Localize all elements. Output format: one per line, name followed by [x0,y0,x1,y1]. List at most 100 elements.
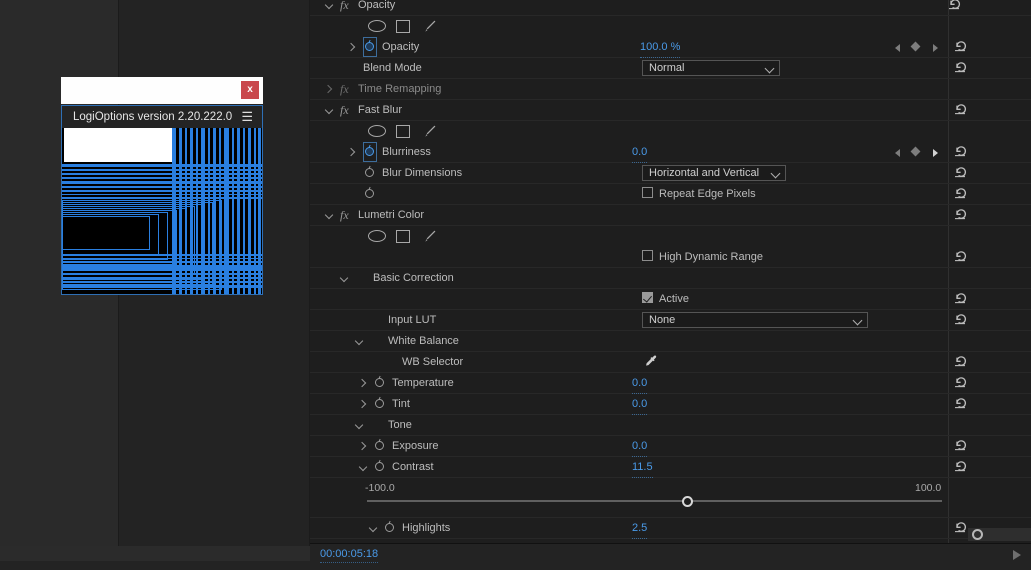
reset-icon[interactable] [953,373,969,393]
effect-header-opacity[interactable]: fx Opacity [310,0,1031,16]
reset-icon[interactable] [953,184,969,204]
chevron-down-icon[interactable] [339,268,350,288]
reset-icon[interactable] [953,518,969,538]
chevron-right-icon[interactable] [347,142,358,162]
property-row-highlights[interactable]: Highlights 2.5 [310,518,1031,539]
checkbox-icon[interactable] [642,187,653,198]
reset-icon[interactable] [953,394,969,414]
keyframe-nav-blurriness[interactable] [895,142,943,162]
stopwatch-icon-opacity[interactable] [363,37,377,57]
property-value-highlights[interactable]: 2.5 [632,518,648,539]
effect-header-fast-blur[interactable]: fx Fast Blur [310,100,1031,121]
group-header-basic-correction[interactable]: Basic Correction [310,268,1031,289]
effect-header-time-remapping[interactable]: fx Time Remapping [310,79,1031,100]
rectangle-mask-icon[interactable] [396,230,410,243]
chevron-down-icon[interactable] [368,518,379,538]
pen-mask-icon[interactable] [422,229,437,244]
group-header-white-balance[interactable]: White Balance [310,331,1031,352]
chevron-right-icon[interactable] [358,394,369,414]
reset-icon[interactable] [953,205,969,225]
play-icon[interactable] [1013,550,1021,560]
reset-icon[interactable] [953,100,969,120]
chevron-right-icon[interactable] [324,79,335,99]
property-row-exposure[interactable]: Exposure 0.0 [310,436,1031,457]
property-row-blur-dimensions[interactable]: Blur Dimensions Horizontal and Vertical [310,163,1031,184]
slider-track[interactable] [367,500,942,502]
pen-mask-icon[interactable] [422,124,437,139]
input-lut-dropdown[interactable]: None [642,312,868,328]
property-value-tint[interactable]: 0.0 [632,394,648,415]
reset-icon[interactable] [953,163,969,183]
pen-mask-icon[interactable] [422,19,437,34]
chevron-down-icon[interactable] [324,100,335,120]
chevron-down-icon[interactable] [354,331,365,351]
property-value-contrast[interactable]: 11.5 [632,457,653,478]
ellipse-mask-icon[interactable] [368,230,386,242]
chevron-right-icon[interactable] [358,436,369,456]
logioptions-window[interactable]: x LogiOptions version 2.20.222.0 ☰ [61,77,263,295]
property-value-temperature[interactable]: 0.0 [632,373,648,394]
property-row-active[interactable]: Active [310,289,1031,310]
active-checkbox[interactable]: Active [642,289,689,309]
checkbox-icon[interactable] [642,292,653,303]
chevron-right-icon[interactable] [347,37,358,57]
high-dynamic-range-checkbox[interactable]: High Dynamic Range [642,247,763,267]
chevron-down-icon[interactable] [354,415,365,435]
stopwatch-icon-contrast[interactable] [373,457,387,477]
reset-icon[interactable] [953,436,969,456]
stopwatch-icon-exposure[interactable] [373,436,387,456]
blur-dimensions-dropdown[interactable]: Horizontal and Vertical [642,165,786,181]
hamburger-icon[interactable]: ☰ [241,106,253,128]
prev-keyframe-icon[interactable] [895,149,900,157]
reset-icon[interactable] [953,352,969,372]
property-value-blurriness[interactable]: 0.0 [632,142,648,163]
prev-keyframe-icon[interactable] [895,44,900,52]
rectangle-mask-icon[interactable] [396,20,410,33]
reset-icon[interactable] [953,142,969,162]
property-row-input-lut[interactable]: Input LUT None [310,310,1031,331]
scrollbar-handle[interactable] [972,529,983,540]
repeat-edge-pixels-checkbox[interactable]: Repeat Edge Pixels [642,184,756,204]
next-keyframe-icon[interactable] [933,149,938,157]
chevron-down-icon[interactable] [324,0,335,15]
property-row-repeat-edge-pixels[interactable]: Repeat Edge Pixels [310,184,1031,205]
property-row-blend-mode[interactable]: Blend Mode Normal [310,58,1031,79]
property-row-contrast[interactable]: Contrast 11.5 [310,457,1031,478]
chevron-right-icon[interactable] [358,373,369,393]
ellipse-mask-icon[interactable] [368,20,386,32]
property-value-exposure[interactable]: 0.0 [632,436,648,457]
property-row-tint[interactable]: Tint 0.0 [310,394,1031,415]
reset-icon[interactable] [953,457,969,477]
timecode-display[interactable]: 00:00:05:18 [320,547,379,563]
checkbox-icon[interactable] [642,250,653,261]
rectangle-mask-icon[interactable] [396,125,410,138]
property-row-temperature[interactable]: Temperature 0.0 [310,373,1031,394]
property-row-high-dynamic-range[interactable]: High Dynamic Range [310,247,1031,268]
group-header-tone[interactable]: Tone [310,415,1031,436]
eyedropper-icon[interactable] [643,354,659,370]
reset-icon[interactable] [953,58,969,78]
stopwatch-icon-blurriness[interactable] [363,142,377,162]
stopwatch-icon-blur-dimensions[interactable] [363,163,377,183]
stopwatch-icon-highlights[interactable] [383,518,397,538]
stopwatch-icon-repeat-edge-pixels[interactable] [363,184,377,204]
property-row-opacity[interactable]: Opacity 100.0 % [310,37,1031,58]
property-row-blurriness[interactable]: Blurriness 0.0 [310,142,1031,163]
stopwatch-icon-temperature[interactable] [373,373,387,393]
add-keyframe-icon[interactable] [910,146,921,157]
chevron-down-icon[interactable] [358,457,369,477]
contrast-slider-row[interactable]: -100.0 100.0 [310,478,1031,518]
reset-icon[interactable] [953,247,969,267]
reset-icon[interactable] [947,0,963,15]
add-keyframe-icon[interactable] [910,41,921,52]
effect-header-lumetri-color[interactable]: fx Lumetri Color [310,205,1031,226]
ellipse-mask-icon[interactable] [368,125,386,137]
property-value-opacity[interactable]: 100.0 % [640,37,681,58]
property-row-wb-selector[interactable]: WB Selector [310,352,1031,373]
next-keyframe-icon[interactable] [933,44,938,52]
chevron-down-icon[interactable] [324,205,335,225]
close-button[interactable]: x [241,81,259,99]
slider-handle[interactable] [682,496,694,507]
reset-icon[interactable] [953,289,969,309]
reset-icon[interactable] [953,37,969,57]
